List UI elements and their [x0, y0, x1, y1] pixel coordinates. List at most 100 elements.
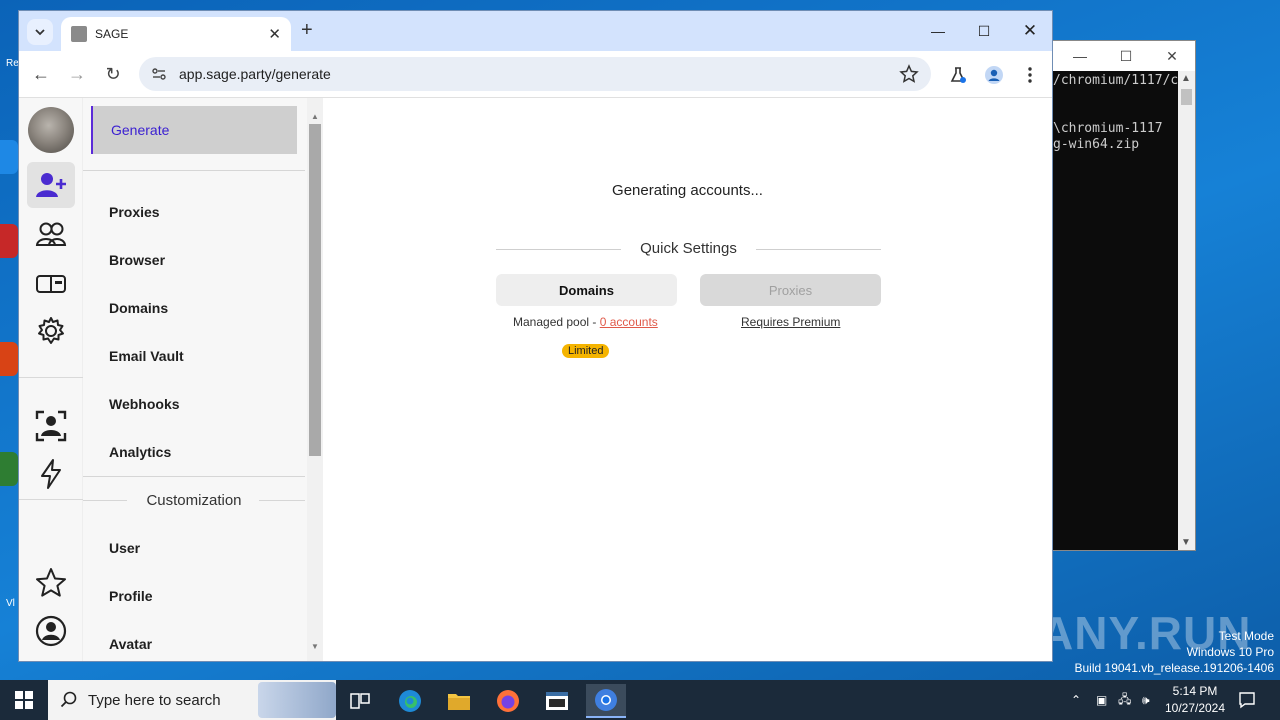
back-icon[interactable]: ← — [29, 62, 53, 86]
scroll-down-icon[interactable]: ▼ — [311, 642, 319, 651]
terminal-maximize-button[interactable]: ☐ — [1103, 48, 1149, 65]
desktop-shortcut-icon[interactable] — [0, 342, 18, 376]
user-circle-icon — [35, 615, 67, 647]
watermark-line: Windows 10 Pro — [1186, 645, 1274, 659]
minimize-button[interactable]: — — [915, 11, 961, 51]
rail-generate[interactable] — [27, 162, 75, 208]
notifications-icon[interactable] — [1238, 680, 1256, 720]
browser-window[interactable]: SAGE ✕ + — ☐ ✕ ← → ↻ app.sage.party/gene… — [18, 10, 1053, 662]
terminal-scrollbar[interactable]: ▲ ▼ — [1178, 71, 1195, 550]
gear-icon — [38, 317, 64, 344]
terminal-scroll-thumb[interactable] — [1181, 89, 1192, 105]
site-info-icon[interactable] — [151, 66, 167, 82]
desktop-shortcut-icon[interactable] — [0, 224, 18, 258]
icon-rail — [19, 98, 83, 661]
terminal-titlebar[interactable]: — ☐ ✕ — [1051, 41, 1195, 71]
start-button[interactable] — [0, 680, 48, 720]
scroll-up-icon[interactable]: ▲ — [311, 112, 319, 121]
requires-premium-link[interactable]: Requires Premium — [741, 315, 840, 329]
main-panel: Generating accounts... Quick Settings Do… — [323, 98, 1052, 661]
rail-profiles[interactable] — [27, 403, 75, 449]
kebab-menu-icon[interactable] — [1019, 64, 1041, 86]
chrome-icon[interactable] — [586, 684, 626, 718]
edge-icon[interactable] — [390, 684, 430, 718]
labs-flask-icon[interactable] — [947, 64, 969, 86]
rail-webhooks[interactable] — [27, 451, 75, 497]
desktop-label: Vl — [6, 598, 15, 609]
sidebar-item-email-vault[interactable]: Email Vault — [109, 348, 184, 364]
domains-button[interactable]: Domains — [496, 274, 677, 306]
forward-icon[interactable]: → — [65, 62, 89, 86]
sidebar-item-user[interactable]: User — [109, 540, 140, 556]
favicon-icon — [71, 26, 87, 42]
terminal-minimize-button[interactable]: — — [1057, 48, 1103, 64]
browser-toolbar: ← → ↻ app.sage.party/generate — [19, 51, 1052, 98]
address-bar[interactable]: app.sage.party/generate — [139, 57, 931, 91]
tray-chevron-icon[interactable]: ⌃ — [1071, 680, 1081, 720]
task-view-icon[interactable] — [340, 684, 380, 718]
network-icon[interactable]: 🖧 — [1118, 680, 1131, 720]
maximize-button[interactable]: ☐ — [961, 11, 1007, 51]
windows-watermark: Test Mode Windows 10 Pro Build 19041.vb_… — [1075, 628, 1275, 676]
sidebar-item-domains[interactable]: Domains — [109, 300, 168, 316]
scroll-up-icon[interactable]: ▲ — [1181, 73, 1191, 84]
firefox-icon[interactable] — [488, 684, 528, 718]
device-icon[interactable]: ▣ — [1096, 680, 1107, 720]
sidebar-item-webhooks[interactable]: Webhooks — [109, 396, 180, 412]
rail-accounts[interactable] — [27, 211, 75, 257]
scroll-down-icon[interactable]: ▼ — [1181, 537, 1191, 548]
rail-favorites[interactable] — [27, 560, 75, 606]
bookmark-star-icon[interactable] — [899, 64, 919, 84]
sidebar-item-browser[interactable]: Browser — [109, 252, 165, 268]
sidebar-scrollbar[interactable]: ▲ ▼ — [307, 98, 323, 661]
url-text[interactable]: app.sage.party/generate — [179, 66, 331, 82]
terminal-output: /chromium/1117/c \chromium-1117 g-win64.zi… — [1053, 73, 1179, 550]
terminal-window[interactable]: — ☐ ✕ /chromium/1117/c \chromium-1117 g-wi… — [1050, 40, 1196, 551]
menu-divider — [83, 170, 305, 171]
sidebar-item-analytics[interactable]: Analytics — [109, 444, 171, 460]
page-content: Generate Proxies Browser Domains Email V… — [19, 98, 1052, 661]
proxies-button[interactable]: Proxies — [700, 274, 881, 306]
tab-title: SAGE — [95, 27, 129, 41]
desktop-shortcut-icon[interactable] — [0, 452, 18, 486]
close-tab-icon[interactable]: ✕ — [268, 25, 281, 43]
rail-divider — [19, 377, 83, 378]
watermark-line: Build 19041.vb_release.191206-1406 — [1074, 661, 1275, 675]
sidebar-item-generate[interactable]: Generate — [91, 106, 297, 154]
sidebar-item-avatar[interactable]: Avatar — [109, 636, 152, 652]
windows-logo-icon — [15, 691, 33, 709]
section-heading-customization: Customization — [146, 492, 242, 509]
file-explorer-icon[interactable] — [439, 684, 479, 718]
user-avatar[interactable] — [28, 107, 74, 153]
new-tab-button[interactable]: + — [301, 19, 313, 42]
watermark-line: Test Mode — [1218, 629, 1274, 643]
terminal-line: /chromium/1117/c — [1053, 73, 1179, 88]
sidebar-scroll-thumb[interactable] — [309, 124, 321, 456]
desktop-shortcut-icon[interactable] — [0, 140, 18, 174]
close-window-button[interactable]: ✕ — [1007, 11, 1053, 51]
volume-icon[interactable]: 🕪 — [1142, 680, 1150, 720]
sidebar-item-proxies[interactable]: Proxies — [109, 204, 160, 220]
rail-account[interactable] — [27, 608, 75, 654]
profile-icon[interactable] — [983, 64, 1005, 86]
rail-divider — [19, 499, 83, 500]
search-placeholder: Type here to search — [88, 691, 221, 709]
menu-divider — [83, 476, 305, 477]
mailbox-icon — [36, 275, 66, 293]
accounts-link[interactable]: 0 accounts — [600, 315, 658, 329]
tab-search-button[interactable] — [27, 19, 53, 45]
rail-mailbox[interactable] — [27, 260, 75, 306]
sidebar-item-profile[interactable]: Profile — [109, 588, 153, 604]
terminal-close-button[interactable]: ✕ — [1149, 48, 1195, 65]
terminal-line: g-win64.zip — [1053, 137, 1140, 152]
tab-sage[interactable]: SAGE ✕ — [61, 17, 291, 51]
taskbar-clock[interactable]: 5:14 PM 10/27/2024 — [1160, 683, 1230, 717]
rail-settings[interactable] — [27, 308, 75, 354]
taskbar-search[interactable]: Type here to search — [48, 680, 336, 720]
managed-pool-text: Managed pool - 0 accounts — [513, 315, 658, 329]
reload-icon[interactable]: ↻ — [101, 62, 125, 86]
users-icon — [35, 222, 67, 246]
search-highlight-image — [258, 682, 336, 718]
terminal-app-icon[interactable] — [537, 684, 577, 718]
